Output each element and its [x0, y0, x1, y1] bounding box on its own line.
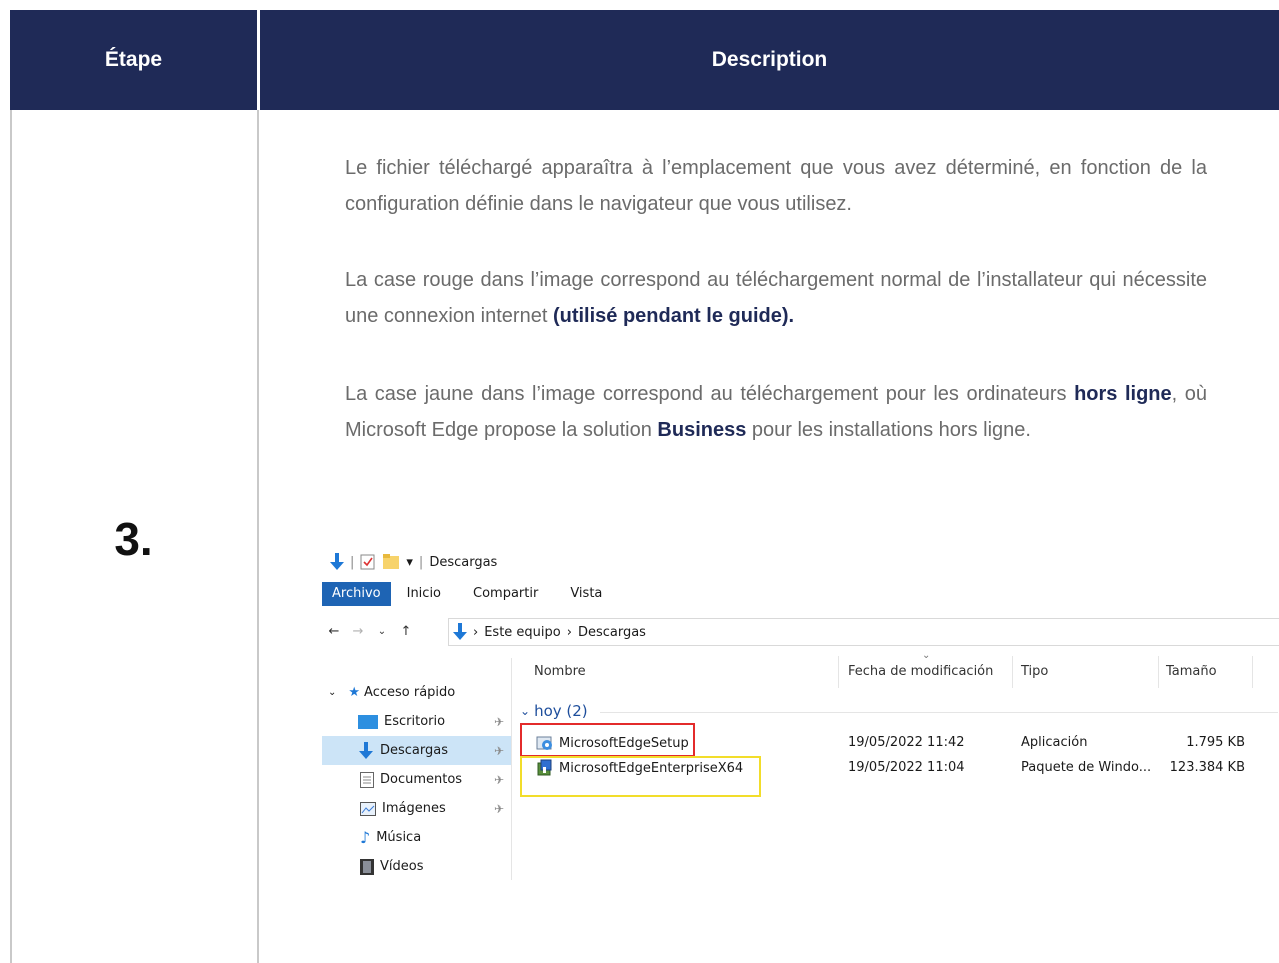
paragraph-yellow-text-c: pour les installations hors ligne.: [746, 419, 1031, 441]
recent-locations-icon[interactable]: ⌄: [370, 626, 394, 637]
back-arrow-icon[interactable]: ←: [322, 624, 346, 639]
paragraph-location: Le fichier téléchargé apparaîtra à l’emp…: [345, 157, 1207, 215]
pictures-icon: [360, 801, 376, 816]
pin-icon: ✈: [493, 714, 504, 729]
nav-item-label: Descargas: [380, 743, 449, 758]
column-separator[interactable]: [1158, 656, 1159, 688]
header-step: Étape: [10, 10, 257, 110]
column-header-fecha[interactable]: Fecha de modificación: [848, 664, 993, 684]
breadcrumb-descargas[interactable]: Descargas: [578, 625, 646, 640]
documents-icon: [360, 771, 374, 788]
group-header-hoy[interactable]: ⌄ hoy (2): [520, 702, 588, 720]
nav-item-musica[interactable]: ♪ Música: [322, 823, 512, 852]
desktop-icon: [358, 714, 378, 729]
paragraph-red-box: La case rouge dans l’image correspond au…: [345, 262, 1207, 334]
column-separator[interactable]: [838, 656, 839, 688]
nav-item-descargas[interactable]: Descargas ✈: [322, 736, 512, 765]
pin-icon: ✈: [493, 772, 504, 787]
nav-header-label: Acceso rápido: [364, 685, 456, 700]
pin-icon: ✈: [493, 801, 504, 816]
tab-inicio[interactable]: Inicio: [391, 582, 457, 606]
nav-item-escritorio[interactable]: Escritorio ✈: [322, 707, 512, 736]
column-separator[interactable]: [1012, 656, 1013, 688]
navigation-pane: ⌄ ★ Acceso rápido Escritorio ✈ Descargas…: [322, 678, 512, 881]
new-folder-icon[interactable]: [382, 554, 400, 570]
star-icon: ★: [348, 685, 361, 700]
paragraph-red-bold: (utilisé pendant le guide).: [552, 305, 795, 327]
paragraph-yellow-box: La case jaune dans l’image correspond au…: [345, 376, 1207, 448]
tab-archivo[interactable]: Archivo: [322, 582, 391, 606]
nav-item-label: Documentos: [380, 772, 463, 787]
download-folder-icon: [453, 623, 467, 641]
paragraph-yellow-bold-offline: hors ligne: [1074, 383, 1172, 405]
breadcrumb-este-equipo[interactable]: Este equipo: [484, 625, 561, 640]
header-description: Description: [260, 10, 1279, 110]
breadcrumb-chevron-icon: ›: [473, 624, 479, 640]
sort-indicator-icon: ⌄: [922, 650, 931, 661]
properties-icon[interactable]: [360, 554, 376, 570]
file-type: Paquete de Windo...: [1021, 760, 1152, 775]
videos-icon: [360, 858, 374, 875]
nav-item-videos[interactable]: Vídeos: [322, 852, 512, 881]
nav-item-documentos[interactable]: Documentos ✈: [322, 765, 512, 794]
instruction-table: Étape Description 3. Le fichier téléchar…: [0, 0, 1279, 963]
group-divider: [600, 712, 1278, 713]
tab-vista[interactable]: Vista: [554, 582, 618, 606]
nav-item-label: Imágenes: [382, 801, 446, 816]
nav-pane-divider[interactable]: [511, 658, 512, 880]
expand-chevron-icon[interactable]: ⌄: [328, 687, 336, 698]
nav-item-imagenes[interactable]: Imágenes ✈: [322, 794, 512, 823]
music-icon: ♪: [360, 828, 371, 847]
step-number: 3.: [114, 513, 153, 565]
download-arrow-icon[interactable]: [330, 553, 344, 571]
ribbon-tabs: Archivo Inicio Compartir Vista: [322, 582, 618, 606]
group-collapse-icon[interactable]: ⌄: [520, 704, 530, 718]
nav-acceso-rapido[interactable]: ⌄ ★ Acceso rápido: [322, 678, 512, 707]
file-size: 1.795 KB: [1186, 735, 1245, 750]
toolbar-separator: |: [418, 554, 424, 570]
yellow-highlight-box: [520, 756, 761, 797]
up-arrow-icon[interactable]: ↑: [394, 624, 418, 639]
file-size: 123.384 KB: [1169, 760, 1245, 775]
breadcrumb-chevron-icon: ›: [566, 624, 572, 640]
forward-arrow-icon[interactable]: →: [346, 624, 370, 639]
pin-icon: ✈: [493, 743, 504, 758]
table-border-middle: [257, 110, 259, 963]
toolbar-separator: |: [350, 554, 355, 570]
column-separator[interactable]: [1252, 656, 1253, 688]
group-label: hoy (2): [534, 702, 588, 720]
column-header-nombre[interactable]: Nombre: [534, 664, 586, 684]
address-bar[interactable]: › Este equipo › Descargas: [448, 618, 1279, 646]
column-header-tipo[interactable]: Tipo: [1021, 664, 1048, 684]
downloads-icon: [358, 741, 374, 760]
tab-compartir[interactable]: Compartir: [457, 582, 554, 606]
window-title: Descargas: [429, 554, 498, 570]
customize-toolbar-icon[interactable]: ▾: [406, 555, 413, 570]
paragraph-yellow-text-a: La case jaune dans l’image correspond au…: [345, 383, 1075, 405]
file-explorer-screenshot: | ▾ | Descargas Archivo Inicio Compartir…: [322, 548, 1279, 888]
file-date: 19/05/2022 11:04: [848, 760, 965, 775]
quick-access-toolbar: | ▾ | Descargas: [330, 552, 497, 572]
nav-item-label: Escritorio: [384, 714, 446, 729]
nav-item-label: Vídeos: [380, 859, 424, 874]
nav-item-label: Música: [376, 830, 422, 845]
column-header-tamano[interactable]: Tamaño: [1166, 664, 1217, 684]
address-bar-row: ← → ⌄ ↑ › Este equipo › Descargas: [322, 618, 1279, 646]
file-type: Aplicación: [1021, 735, 1088, 750]
file-date: 19/05/2022 11:42: [848, 735, 965, 750]
paragraph-yellow-bold-business: Business: [657, 419, 747, 441]
red-highlight-box: [520, 723, 695, 757]
